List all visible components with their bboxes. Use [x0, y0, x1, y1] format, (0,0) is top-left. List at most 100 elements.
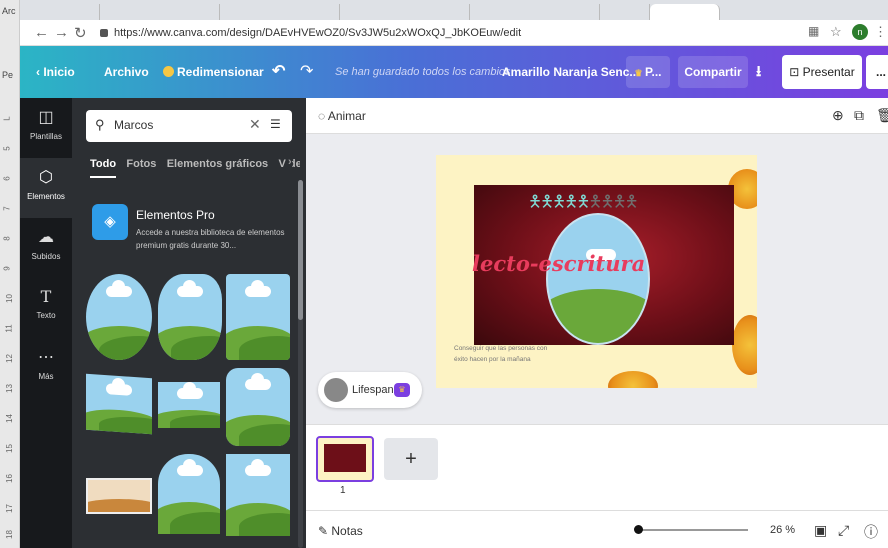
ruler-tick: 10 [4, 294, 14, 303]
elements-icon: ⬡ [39, 169, 53, 186]
crown-icon: ♛ [394, 383, 410, 397]
search-input[interactable] [114, 118, 244, 132]
rail-item-more[interactable]: ⋯ Más [20, 338, 72, 398]
download-icon[interactable]: ⭳ [756, 61, 761, 86]
rail-item-templates[interactable]: ◫ Plantillas [20, 98, 72, 158]
rail-item-text[interactable]: T Texto [20, 278, 72, 338]
horizontal-scroll[interactable] [320, 410, 880, 420]
tab-graphics[interactable]: Elementos gráficos [167, 158, 268, 170]
filter-icon[interactable]: ☰ [270, 117, 281, 131]
rail-item-elements[interactable]: ⬡ Elementos [20, 158, 72, 218]
browser-tab[interactable] [30, 4, 100, 20]
pro-elements-card[interactable]: ◈ Elementos Pro Accede a nuestra bibliot… [90, 202, 290, 262]
notes-button[interactable]: ✎ Notas [318, 524, 363, 538]
browser-tab[interactable] [340, 4, 470, 20]
zoom-level[interactable]: 26 % [770, 524, 795, 536]
page-grid-icon[interactable]: ▣ [814, 522, 827, 539]
elements-panel: ⚲ ✕ ☰ Todo Fotos Elementos gráficos Víde… [72, 98, 306, 548]
ruler-tick: 16 [4, 474, 14, 483]
canvas-body-text[interactable]: Conseguir que las personas con éxito hac… [454, 343, 554, 365]
browser-tab[interactable] [470, 4, 600, 20]
share-button[interactable]: Compartir [678, 56, 748, 88]
tab-photos[interactable]: Fotos [126, 158, 156, 170]
frame-thumbnail[interactable] [86, 478, 152, 514]
tab-all[interactable]: Todo [90, 158, 117, 178]
resize-button[interactable]: Redimensionar [163, 65, 264, 79]
lock-icon [100, 29, 108, 38]
fullscreen-icon[interactable]: ⤢ [838, 522, 849, 539]
bookmark-star-icon[interactable]: ☆ [830, 24, 842, 40]
clear-icon[interactable]: ✕ [249, 116, 261, 133]
browser-tab[interactable] [600, 4, 650, 20]
more-options-button[interactable]: ... [866, 55, 888, 89]
url-field[interactable]: https://www.canva.com/design/DAEvHVEwOZ0… [100, 23, 800, 43]
back-icon[interactable]: ← [34, 24, 49, 41]
font-chip[interactable]: Lifespan ♛ [318, 372, 422, 408]
avatar[interactable]: n [852, 24, 868, 40]
pro-elements-title: Elementos Pro [136, 208, 215, 222]
help-icon[interactable]: ⓘ [864, 522, 878, 542]
add-page-button[interactable]: + [384, 438, 438, 480]
qr-icon[interactable]: ▦ [808, 24, 819, 38]
crown-icon [163, 66, 174, 77]
present-button[interactable]: ⊡ Presentar [782, 55, 862, 89]
search-icon: ⚲ [95, 117, 105, 132]
frame-thumbnail[interactable] [226, 454, 290, 536]
canva-top-bar: ‹ Inicio Archivo Redimensionar ↶ ↷ Se ha… [20, 46, 888, 98]
design-page[interactable]: 🯅🯅🯅🯅🯅🯅🯅🯅🯅 lecto-escritura Conseguir que … [436, 155, 757, 388]
present-label: Presentar [802, 65, 855, 79]
animate-button[interactable]: ◌ Animar [318, 109, 366, 123]
font-chip-label: Lifespan [352, 384, 394, 396]
page-thumbnail[interactable] [316, 436, 374, 482]
zoom-slider[interactable] [634, 525, 748, 534]
rail-label: Subidos [31, 252, 61, 261]
frame-thumbnail[interactable] [86, 373, 152, 435]
bottom-bar: ✎ Notas 26 % ▣ ⤢ ⓘ [306, 510, 888, 548]
delete-icon[interactable]: 🗑 [876, 107, 888, 124]
browser-tab-active[interactable] [650, 4, 720, 20]
rail-label: Elementos [27, 192, 65, 201]
flower-decoration [732, 315, 757, 375]
people-icons: 🯅🯅🯅🯅🯅🯅🯅🯅🯅 [528, 194, 639, 211]
oval-photo-frame[interactable] [546, 213, 650, 345]
ruler-tick: 11 [4, 324, 14, 333]
undo-icon[interactable]: ↶ [272, 61, 285, 81]
upload-icon: ☁ [38, 229, 54, 246]
frame-thumbnail[interactable] [86, 274, 152, 360]
frame-thumbnail[interactable] [158, 382, 220, 428]
menu-dots-icon[interactable]: ⋮ [874, 24, 887, 40]
crown-icon: ♛ [634, 68, 646, 78]
file-menu[interactable]: Archivo [104, 65, 149, 79]
redo-icon[interactable]: ↷ [300, 61, 313, 81]
ruler-tick: L [2, 116, 12, 121]
duplicate-page-icon[interactable]: ⧉ [854, 107, 864, 124]
forward-icon[interactable]: → [54, 24, 69, 41]
notes-label: Notas [331, 524, 363, 538]
browser-tab[interactable] [100, 4, 220, 20]
scrollbar-thumb[interactable] [298, 180, 303, 320]
rail-item-uploads[interactable]: ☁ Subidos [20, 218, 72, 278]
home-button[interactable]: ‹ Inicio [36, 65, 75, 79]
frame-thumbnail[interactable] [226, 274, 290, 360]
font-preview-thumbnail [324, 378, 348, 402]
search-box[interactable]: ⚲ ✕ ☰ [86, 110, 292, 142]
ruler-tick: 6 [2, 176, 12, 181]
browser-tab[interactable] [220, 4, 340, 20]
ruler-tick: 14 [4, 414, 14, 423]
frame-thumbnail[interactable] [226, 368, 290, 446]
add-page-icon[interactable]: ⊕ [832, 107, 844, 124]
pro-label: P... [645, 65, 662, 79]
panel-scrollbar[interactable] [298, 180, 303, 548]
canvas-heading[interactable]: lecto-escritura [472, 251, 645, 276]
chevron-right-icon[interactable]: › [286, 156, 292, 168]
pro-button[interactable]: ♛ P... [626, 56, 670, 88]
frame-thumbnail[interactable] [158, 454, 220, 534]
zoom-slider-knob[interactable] [634, 525, 643, 534]
frame-thumbnail[interactable] [158, 274, 222, 360]
side-rail: ◫ Plantillas ⬡ Elementos ☁ Subidos T Tex… [20, 98, 72, 548]
present-icon: ⊡ [789, 65, 803, 79]
reload-icon[interactable]: ↻ [74, 24, 87, 42]
strip-label: Pe [2, 70, 14, 80]
animate-icon: ◌ [318, 109, 328, 123]
document-title[interactable]: Amarillo Naranja Senc... [502, 65, 639, 79]
